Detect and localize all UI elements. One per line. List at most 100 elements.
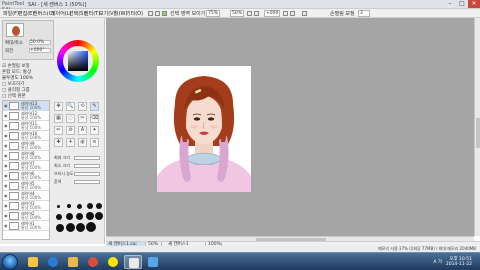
eye-icon[interactable]: ◉	[4, 143, 8, 148]
layer-item[interactable]: ◉ 레이어5 통상 100%	[3, 181, 49, 191]
menu-file[interactable]: 파일(F)	[3, 10, 19, 17]
eye-icon[interactable]: ◉	[4, 193, 8, 198]
brush-dot[interactable]	[86, 222, 96, 232]
eye-icon[interactable]: ◉	[4, 123, 8, 128]
eye-icon[interactable]: ◉	[4, 173, 8, 178]
eraser-tool[interactable]: ⌫	[90, 114, 99, 123]
text-tool[interactable]: A	[78, 126, 87, 135]
drawing-canvas[interactable]	[157, 66, 251, 192]
menu-other[interactable]: 기타(O)	[126, 10, 143, 17]
rotate-right-icon[interactable]	[290, 11, 295, 16]
stabilizer-field[interactable]: 3	[358, 10, 370, 17]
brush-dot[interactable]	[56, 224, 64, 232]
flip-icon[interactable]	[302, 11, 307, 16]
brush-size-slider[interactable]	[74, 156, 100, 160]
option-selection-source[interactable]: □ 선택 원본	[2, 93, 54, 99]
pen-tool[interactable]: ✎	[90, 102, 99, 111]
layer-item[interactable]: ◉ 레이어13 통상 100%	[3, 101, 49, 111]
brush-dot[interactable]	[57, 205, 60, 208]
menu-filter[interactable]: 필터(T)	[84, 10, 100, 17]
zoom-field[interactable]: 50%	[230, 10, 244, 17]
portrait-artwork	[157, 76, 251, 192]
move-tool[interactable]: ✥	[54, 102, 63, 111]
deselect-icon[interactable]	[155, 11, 160, 16]
close-button[interactable]: ✕	[468, 0, 480, 8]
taskbar-app-ie[interactable]	[44, 255, 62, 269]
minimize-button[interactable]: –	[444, 0, 456, 8]
taskbar-app-folder[interactable]	[64, 255, 82, 269]
brush-dot[interactable]	[76, 223, 85, 232]
eye-icon[interactable]: ◉	[4, 183, 8, 188]
color-wheel[interactable]	[57, 40, 99, 82]
layer-item[interactable]: ◉ 레이어1 통상 100%	[3, 221, 49, 231]
select-tool[interactable]: ▦	[54, 114, 63, 123]
select-all-icon[interactable]	[148, 11, 153, 16]
layer-item[interactable]: ◉ 레이어3 통상 100%	[3, 201, 49, 211]
taskbar-app-kakao[interactable]	[104, 255, 122, 269]
language-indicator[interactable]: A 가	[433, 259, 442, 265]
selection-opacity-field[interactable]: 75%	[206, 10, 220, 17]
menu-edit[interactable]: 편집(E)	[18, 10, 34, 17]
zoom-out-icon[interactable]	[254, 11, 259, 16]
rotate-tool[interactable]: ⟲	[78, 102, 87, 111]
layer-item[interactable]: ◉ 레이어8 통상 100%	[3, 151, 49, 161]
show-selection-icon[interactable]	[162, 11, 167, 16]
brush-blend-slider[interactable]	[74, 180, 100, 184]
rotate-left-icon[interactable]	[283, 11, 288, 16]
layer-item[interactable]: ◉ 레이어7 통상 100%	[3, 161, 49, 171]
layer-item[interactable]: ◉ 레이어12 통상 100%	[3, 111, 49, 121]
layer-item[interactable]: ◉ 레이어6 통상 100%	[3, 171, 49, 181]
brush-dot[interactable]	[76, 213, 83, 220]
brush-density-slider[interactable]	[74, 172, 100, 176]
vertical-scrollbar[interactable]	[474, 18, 480, 236]
eye-icon[interactable]: ◉	[4, 113, 8, 118]
start-button[interactable]	[2, 254, 18, 270]
eye-icon[interactable]: ◉	[4, 163, 8, 168]
brush-dot[interactable]	[86, 212, 94, 220]
eye-icon[interactable]: ◉	[4, 133, 8, 138]
taskbar-app-explorer[interactable]	[24, 255, 42, 269]
navigator-thumbnail[interactable]	[6, 23, 24, 37]
blur-tool[interactable]: ⊘	[66, 126, 75, 135]
sparkle-tool[interactable]: ✦	[90, 126, 99, 135]
scissors-tool[interactable]: ✂	[78, 114, 87, 123]
navigator-rotate-field[interactable]: +000°	[29, 48, 51, 53]
maximize-button[interactable]: □	[456, 0, 468, 8]
eye-icon[interactable]: ◉	[4, 213, 8, 218]
eye-icon[interactable]: ◉	[4, 103, 8, 108]
layer-item[interactable]: ◉ 레이어4 통상 100%	[3, 191, 49, 201]
brush-dot[interactable]	[66, 223, 75, 232]
eye-icon[interactable]: ◉	[4, 203, 8, 208]
layer-item[interactable]: ◉ 레이어10 통상 100%	[3, 131, 49, 141]
taskbar-app-paint[interactable]	[144, 255, 162, 269]
brush-dot[interactable]	[77, 204, 82, 209]
canvas-area[interactable]	[106, 18, 474, 236]
layer-item[interactable]: ◉ 레이어11 통상 100%	[3, 121, 49, 131]
navigator-zoom-field[interactable]: 50.0%	[29, 40, 51, 45]
layer-item[interactable]: ◉ 레이어2 통상 100%	[3, 211, 49, 221]
taskbar-app-sai[interactable]	[124, 255, 142, 269]
brush-dot[interactable]	[96, 203, 102, 209]
brush-dot[interactable]	[66, 213, 73, 220]
cross-tool[interactable]: ✚	[54, 138, 63, 147]
eye-icon[interactable]: ◉	[4, 153, 8, 158]
zoom-in-icon[interactable]	[247, 11, 252, 16]
brush-dot[interactable]	[56, 214, 62, 220]
zoom-tool[interactable]: 🔍	[66, 102, 75, 111]
eye-icon[interactable]: ◉	[4, 223, 8, 228]
taskbar-app-chrome[interactable]	[84, 255, 102, 269]
color-square[interactable]	[68, 51, 88, 71]
bucket-tool[interactable]: ◍	[78, 138, 87, 147]
lasso-tool[interactable]: ◌	[66, 114, 75, 123]
menu-selection[interactable]: 선택(S)	[69, 10, 85, 17]
brush-dot[interactable]	[67, 204, 71, 208]
airbrush-tool[interactable]: ✈	[66, 138, 75, 147]
brush-dot[interactable]	[87, 203, 93, 209]
water-tool[interactable]: ≋	[90, 138, 99, 147]
brush-dot[interactable]	[95, 212, 103, 220]
layer-item[interactable]: ◉ 레이어9 통상 100%	[3, 141, 49, 151]
angle-field[interactable]: +000	[264, 10, 280, 17]
brush-min-slider[interactable]	[74, 164, 100, 168]
pencil-tool[interactable]: ✏	[54, 126, 63, 135]
tray-date[interactable]: 2014-11-22	[446, 262, 472, 267]
